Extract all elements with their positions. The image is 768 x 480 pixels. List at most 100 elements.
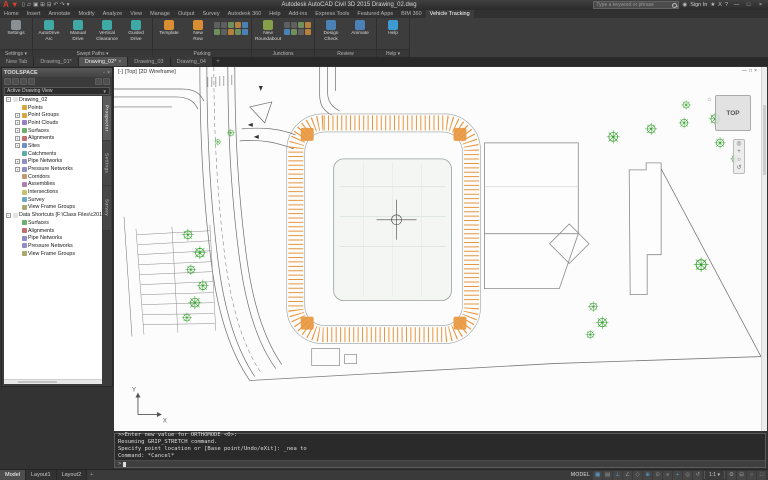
lineweight-icon[interactable]: ≡	[663, 470, 673, 480]
ribbon-tab[interactable]: Home	[0, 10, 23, 18]
toolspace-side-tab[interactable]: Prospector	[103, 96, 111, 140]
ribbon-tab[interactable]: Help	[265, 10, 284, 18]
tree-item[interactable]: Surfaces	[4, 219, 102, 227]
otrack-icon[interactable]: ⊙	[653, 470, 663, 480]
tree-expander[interactable]: +	[15, 128, 20, 134]
ribbon-button[interactable]: AutoDrive Arc	[36, 20, 62, 42]
ribbon-button[interactable]: New Row	[185, 20, 211, 42]
tree-item[interactable]: Survey	[4, 196, 102, 204]
ribbon-button[interactable]: Design Check	[318, 20, 344, 42]
viewport-control[interactable]: [Top]	[125, 69, 137, 75]
tree-expander[interactable]: −	[6, 212, 11, 218]
exchange-apps-icon[interactable]: X	[718, 0, 722, 10]
tree-item[interactable]: − Data Shortcuts [F:\Class Files\c2015\T…	[4, 211, 102, 219]
tree-item[interactable]: Assemblies	[4, 181, 102, 189]
favorites-star-icon[interactable]: ★	[710, 0, 715, 10]
ribbon-button[interactable]: Template	[156, 20, 182, 37]
viewport-close-button[interactable]: ×	[754, 68, 757, 74]
search-icon[interactable]	[671, 2, 678, 9]
tree-expander[interactable]: +	[15, 135, 20, 141]
ribbon-button[interactable]: Settings	[3, 20, 29, 37]
ortho-icon[interactable]: ⊥	[613, 470, 623, 480]
annotation-visibility-icon[interactable]: ◎	[683, 470, 693, 480]
tree-item[interactable]: View Frame Groups	[4, 250, 102, 258]
tree-item[interactable]: − Drawing_02	[4, 96, 102, 104]
ribbon-tab[interactable]: Insert	[23, 10, 45, 18]
panel-label[interactable]: Review	[315, 49, 376, 57]
sign-in-button[interactable]: Sign In	[690, 0, 707, 10]
ribbon-button[interactable]: Manual Drive	[65, 20, 91, 42]
toolspace-toolbar-icon[interactable]	[4, 78, 11, 85]
dynamic-input-icon[interactable]: +	[673, 470, 683, 480]
viewport-restore-button[interactable]: □	[749, 68, 752, 74]
tree-item[interactable]: Pressure Networks	[4, 242, 102, 250]
ribbon-tab[interactable]: Survey	[198, 10, 223, 18]
isolate-objects-icon[interactable]: ○	[747, 470, 756, 480]
panel-label[interactable]: Junctions	[252, 49, 314, 57]
pan-icon[interactable]: +	[737, 149, 741, 156]
ribbon-tab[interactable]: Add-ins	[285, 10, 312, 18]
tree-item[interactable]: Corridors	[4, 173, 102, 181]
add-layout-button[interactable]: +	[87, 472, 96, 478]
orbit-icon[interactable]: ↺	[736, 165, 741, 172]
viewport-minimize-button[interactable]: —	[742, 68, 747, 74]
command-input-row[interactable]: >	[115, 460, 765, 467]
tree-item[interactable]: Intersections	[4, 188, 102, 196]
toolspace-toolbar-icon[interactable]	[103, 78, 110, 85]
tab-close-icon[interactable]: ×	[118, 59, 121, 65]
viewport-control[interactable]: [2D Wireframe]	[139, 69, 176, 75]
ribbon-tab[interactable]: Express Tools	[311, 10, 353, 18]
file-tab[interactable]: Drawing_02* ×	[78, 57, 129, 66]
ribbon-button[interactable]: Animate	[347, 20, 373, 37]
tree-item[interactable]: + Sites	[4, 142, 102, 150]
autoscale-icon[interactable]: ↺	[693, 470, 703, 480]
tree-expander[interactable]: +	[15, 143, 20, 149]
file-tab[interactable]: New Tab×	[0, 57, 35, 66]
application-menu-button[interactable]: A	[2, 0, 10, 10]
toolspace-hscrollbar[interactable]	[4, 379, 102, 384]
canvas-scrollbar[interactable]	[761, 67, 767, 431]
tree-item[interactable]: + Pressure Networks	[4, 165, 102, 173]
plot-icon[interactable]: ⊟	[47, 0, 52, 10]
navigation-wheel-icon[interactable]: ◎	[736, 141, 741, 148]
new-file-icon[interactable]: ▯	[22, 0, 25, 10]
minimize-button[interactable]: —	[731, 1, 742, 10]
tree-expander[interactable]: +	[15, 120, 20, 126]
toolspace-toolbar-icon[interactable]	[95, 78, 102, 85]
ribbon-button[interactable]: New Roundabout	[255, 20, 281, 42]
tree-item[interactable]: + Alignments	[4, 134, 102, 142]
ribbon-tab[interactable]: Autodesk 360	[224, 10, 266, 18]
drawing-view-dropdown[interactable]: Active Drawing View ▼	[4, 87, 110, 95]
osnap-icon[interactable]: ⊕	[643, 470, 653, 480]
ribbon-tab[interactable]: BIM 360	[397, 10, 425, 18]
tree-expander[interactable]: +	[15, 166, 20, 172]
tree-expander[interactable]: +	[15, 112, 20, 118]
grid-icon[interactable]: ▦	[593, 470, 603, 480]
application-menu-arrow-icon[interactable]: ▾	[12, 0, 18, 10]
ribbon-button[interactable]: Help	[380, 20, 406, 37]
isodraft-icon[interactable]: ◇	[633, 470, 643, 480]
tree-item[interactable]: Alignments	[4, 227, 102, 235]
drawing-canvas[interactable]: Y X [-] [Top] [2D Wireframe] — □ × ⌂ TOP ◎ + ○…	[114, 67, 767, 431]
toolspace-toolbar-icon[interactable]	[12, 78, 19, 85]
save-icon[interactable]: ▣	[33, 0, 38, 10]
tree-expander[interactable]: +	[15, 158, 20, 164]
tree-item[interactable]: Catchments	[4, 150, 102, 158]
open-file-icon[interactable]: ▱	[27, 0, 31, 10]
ribbon-tab[interactable]: Modify	[74, 10, 98, 18]
undo-icon[interactable]: ↶	[53, 0, 58, 10]
toolspace-toolbar-icon[interactable]	[20, 78, 27, 85]
qat-dropdown-icon[interactable]: ▾	[67, 0, 70, 10]
panel-label[interactable]: Help ▾	[377, 49, 409, 57]
ribbon-tab[interactable]: Vehicle Tracking	[425, 10, 474, 18]
save-as-icon[interactable]: ⊞	[40, 0, 45, 10]
toolspace-toolbar-icon[interactable]	[28, 78, 35, 85]
ribbon-tab[interactable]: Annotate	[44, 10, 74, 18]
layout-tab[interactable]: Model	[0, 470, 26, 480]
model-space-label[interactable]: MODEL	[571, 472, 590, 478]
junction-tool-icons[interactable]	[284, 22, 311, 35]
file-tab[interactable]: Drawing_03×	[128, 57, 171, 66]
layout-tab[interactable]: Layout1	[25, 470, 57, 480]
annotation-scale[interactable]: 1:1 ▾	[707, 472, 722, 478]
ribbon-tab[interactable]: Featured Apps	[353, 10, 397, 18]
